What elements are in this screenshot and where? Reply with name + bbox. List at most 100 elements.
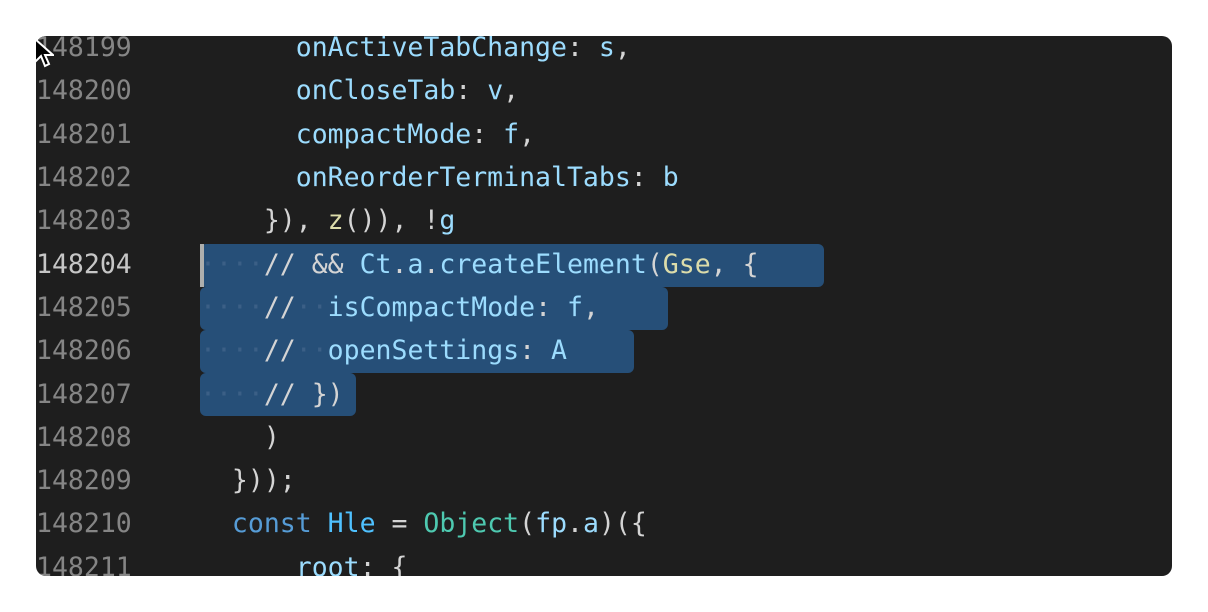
line-number: 148200	[36, 75, 132, 107]
code-token: f	[503, 118, 520, 150]
code-token: //	[263, 335, 296, 367]
code-text: }));	[200, 465, 296, 496]
code-token: //	[263, 291, 296, 323]
code-token: z	[327, 205, 344, 237]
code-token: (	[646, 248, 663, 280]
code-token: a	[407, 248, 424, 280]
code-token: , {	[710, 248, 759, 280]
code-token: :	[471, 118, 504, 150]
code-text: )	[200, 422, 280, 453]
line-number: 148201	[36, 118, 132, 150]
code-token: :	[535, 291, 568, 323]
code-line[interactable]: 148204 ····// && Ct.a.createElement(Gse, …	[36, 243, 1172, 286]
code-text: compactMode: f,	[200, 119, 535, 150]
code-token: ····	[200, 291, 264, 323]
code-token: =	[375, 508, 424, 540]
code-token: }));	[231, 465, 296, 497]
code-token: Gse	[662, 248, 711, 280]
code-token: Hle	[327, 508, 376, 540]
code-token: b	[662, 162, 679, 194]
code-line[interactable]: 148206 ····//··openSettings: A	[36, 329, 1172, 372]
code-token: isCompactMode	[327, 291, 536, 323]
code-line[interactable]: 148205 ····//··isCompactMode: f,	[36, 286, 1172, 329]
code-token: createElement	[439, 248, 647, 280]
code-text: ····// && Ct.a.createElement(Gse, {	[200, 249, 759, 280]
code-token: :	[519, 335, 552, 367]
code-token: Ct	[359, 248, 392, 280]
code-token: fp	[535, 508, 568, 540]
code-line[interactable]: 148199 onActiveTabChange: s,	[36, 36, 1172, 69]
mouse-pointer-icon	[34, 38, 54, 68]
code-token: // &&	[263, 248, 360, 280]
code-token: (	[519, 508, 536, 540]
code-token: ,	[614, 36, 631, 64]
code-token: openSettings	[327, 335, 520, 367]
code-token: .	[423, 248, 440, 280]
code-token: Object	[423, 508, 520, 540]
code-token: :	[455, 75, 488, 107]
code-token: g	[439, 205, 456, 237]
code-token: :	[630, 162, 663, 194]
code-token: .	[391, 248, 408, 280]
code-text: }), z()), !g	[200, 205, 456, 237]
code-line[interactable]: 148209 }));	[36, 459, 1172, 502]
line-number: 148202	[36, 162, 132, 194]
code-text: const Hle = Object(fp.a)({	[200, 508, 647, 539]
code-token: root	[295, 551, 360, 576]
code-token: ··	[295, 291, 328, 323]
code-token: v	[487, 75, 504, 107]
line-number: 148205	[36, 291, 132, 323]
code-token: A	[551, 335, 568, 367]
code-text: ····// })	[200, 379, 344, 410]
code-line[interactable]: 148203 }), z()), !g	[36, 199, 1172, 242]
line-number: 148208	[36, 421, 132, 453]
code-text: ····//··openSettings: A	[200, 335, 567, 366]
code-line[interactable]: 148207 ····// })	[36, 372, 1172, 415]
code-token: ····	[200, 335, 264, 367]
code-token: a	[583, 508, 599, 540]
code-line[interactable]: 148201 compactMode: f,	[36, 113, 1172, 156]
line-number: 148209	[36, 465, 132, 497]
code-token: compactMode	[295, 118, 472, 150]
code-token: :	[566, 36, 599, 64]
code-text: ····//··isCompactMode: f,	[200, 292, 599, 323]
code-token: ····	[200, 248, 264, 280]
code-token: )({	[598, 508, 647, 540]
code-line[interactable]: 148208 )	[36, 416, 1172, 459]
line-number: 148204	[36, 248, 132, 280]
code-token: ()), !	[343, 205, 440, 237]
code-token: ····	[200, 378, 264, 410]
code-token: ,	[503, 75, 520, 107]
code-token: onActiveTabChange	[295, 36, 567, 64]
code-line[interactable]: 148202 onReorderTerminalTabs: b	[36, 156, 1172, 199]
code-token: ··	[295, 335, 328, 367]
code-line[interactable]: 148210 const Hle = Object(fp.a)({	[36, 502, 1172, 545]
code-token: s	[598, 36, 615, 64]
code-token: : {	[359, 551, 408, 576]
code-token: const	[231, 508, 328, 540]
code-line[interactable]: 148211 root: {	[36, 546, 1172, 576]
code-text: onActiveTabChange: s,	[200, 36, 631, 63]
code-text: onCloseTab: v,	[200, 75, 519, 106]
line-number: 148199	[36, 36, 132, 64]
line-number: 148210	[36, 508, 132, 540]
code-token: // })	[263, 378, 344, 410]
line-number: 148206	[36, 335, 132, 367]
line-number: 148207	[36, 378, 132, 410]
text-cursor	[200, 244, 204, 287]
code-token: ,	[519, 118, 536, 150]
line-number: 148203	[36, 205, 132, 237]
line-number: 148211	[36, 551, 132, 576]
code-token: )	[263, 421, 280, 453]
code-token: }),	[263, 205, 328, 237]
code-editor[interactable]: 148199 onActiveTabChange: s, 148200 onClo…	[36, 36, 1172, 576]
code-line[interactable]: 148200 onCloseTab: v,	[36, 69, 1172, 112]
